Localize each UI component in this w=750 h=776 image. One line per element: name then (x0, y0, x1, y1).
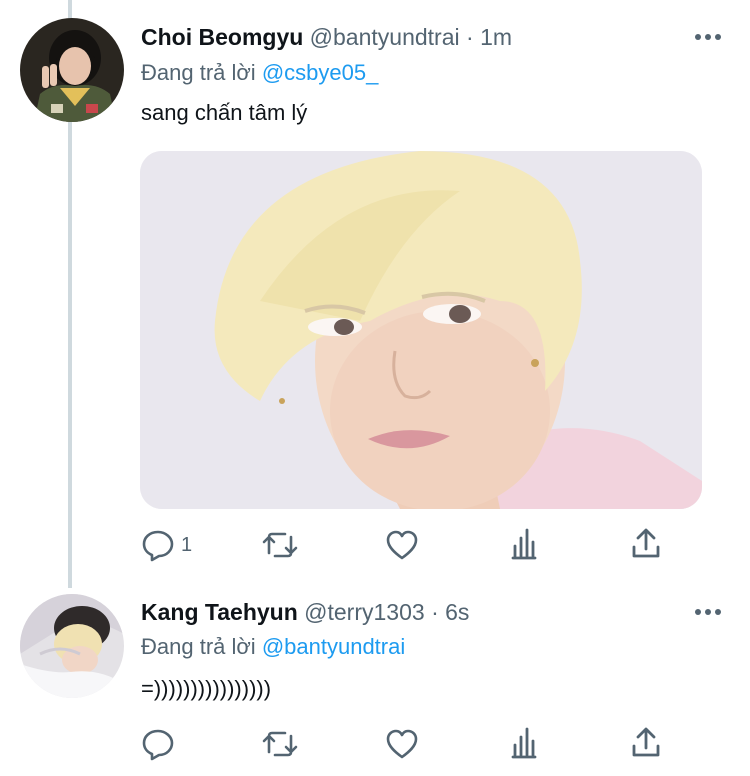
reply-icon[interactable] (141, 727, 175, 761)
reply-prefix: Đang trả lời (141, 60, 256, 85)
handle[interactable]: @terry1303 (304, 599, 425, 625)
reply-icon[interactable] (141, 528, 175, 562)
like-icon[interactable] (385, 728, 419, 760)
reply-context: Đang trả lời @csbye05_ (141, 60, 378, 86)
tweet-text: sang chấn tâm lý (141, 100, 308, 125)
like-icon[interactable] (385, 529, 419, 561)
analytics-icon[interactable] (509, 528, 539, 560)
reply-mention-link[interactable]: @bantyundtrai (262, 634, 405, 659)
retweet-icon[interactable] (261, 728, 299, 760)
avatar[interactable] (20, 594, 124, 698)
analytics-icon[interactable] (509, 727, 539, 759)
reply-prefix: Đang trả lời (141, 634, 256, 659)
tweet-text: =)))))))))))))))) (141, 676, 272, 701)
display-name-text[interactable]: Kang Taehyun (141, 599, 298, 625)
handle[interactable]: @bantyundtrai (310, 24, 460, 50)
more-icon[interactable] (695, 609, 723, 617)
reply-mention-link[interactable]: @csbye05_ (262, 60, 379, 85)
display-name[interactable]: Kang Taehyun @terry1303 · 6s (141, 599, 469, 626)
share-icon[interactable] (631, 527, 661, 559)
photo-icon (140, 151, 702, 509)
reply-context: Đang trả lời @bantyundtrai (141, 634, 405, 660)
share-icon[interactable] (631, 726, 661, 758)
avatar[interactable] (20, 18, 124, 122)
reply-count: 1 (181, 534, 193, 556)
tweet-media[interactable] (140, 151, 702, 509)
timestamp[interactable]: · 1m (466, 24, 512, 50)
retweet-icon[interactable] (261, 529, 299, 561)
timestamp[interactable]: · 6s (431, 599, 469, 625)
display-name-text[interactable]: Choi Beomgyu (141, 24, 303, 50)
display-name[interactable]: Choi Beomgyu @bantyundtrai · 1m (141, 24, 512, 51)
more-icon[interactable] (695, 34, 723, 42)
